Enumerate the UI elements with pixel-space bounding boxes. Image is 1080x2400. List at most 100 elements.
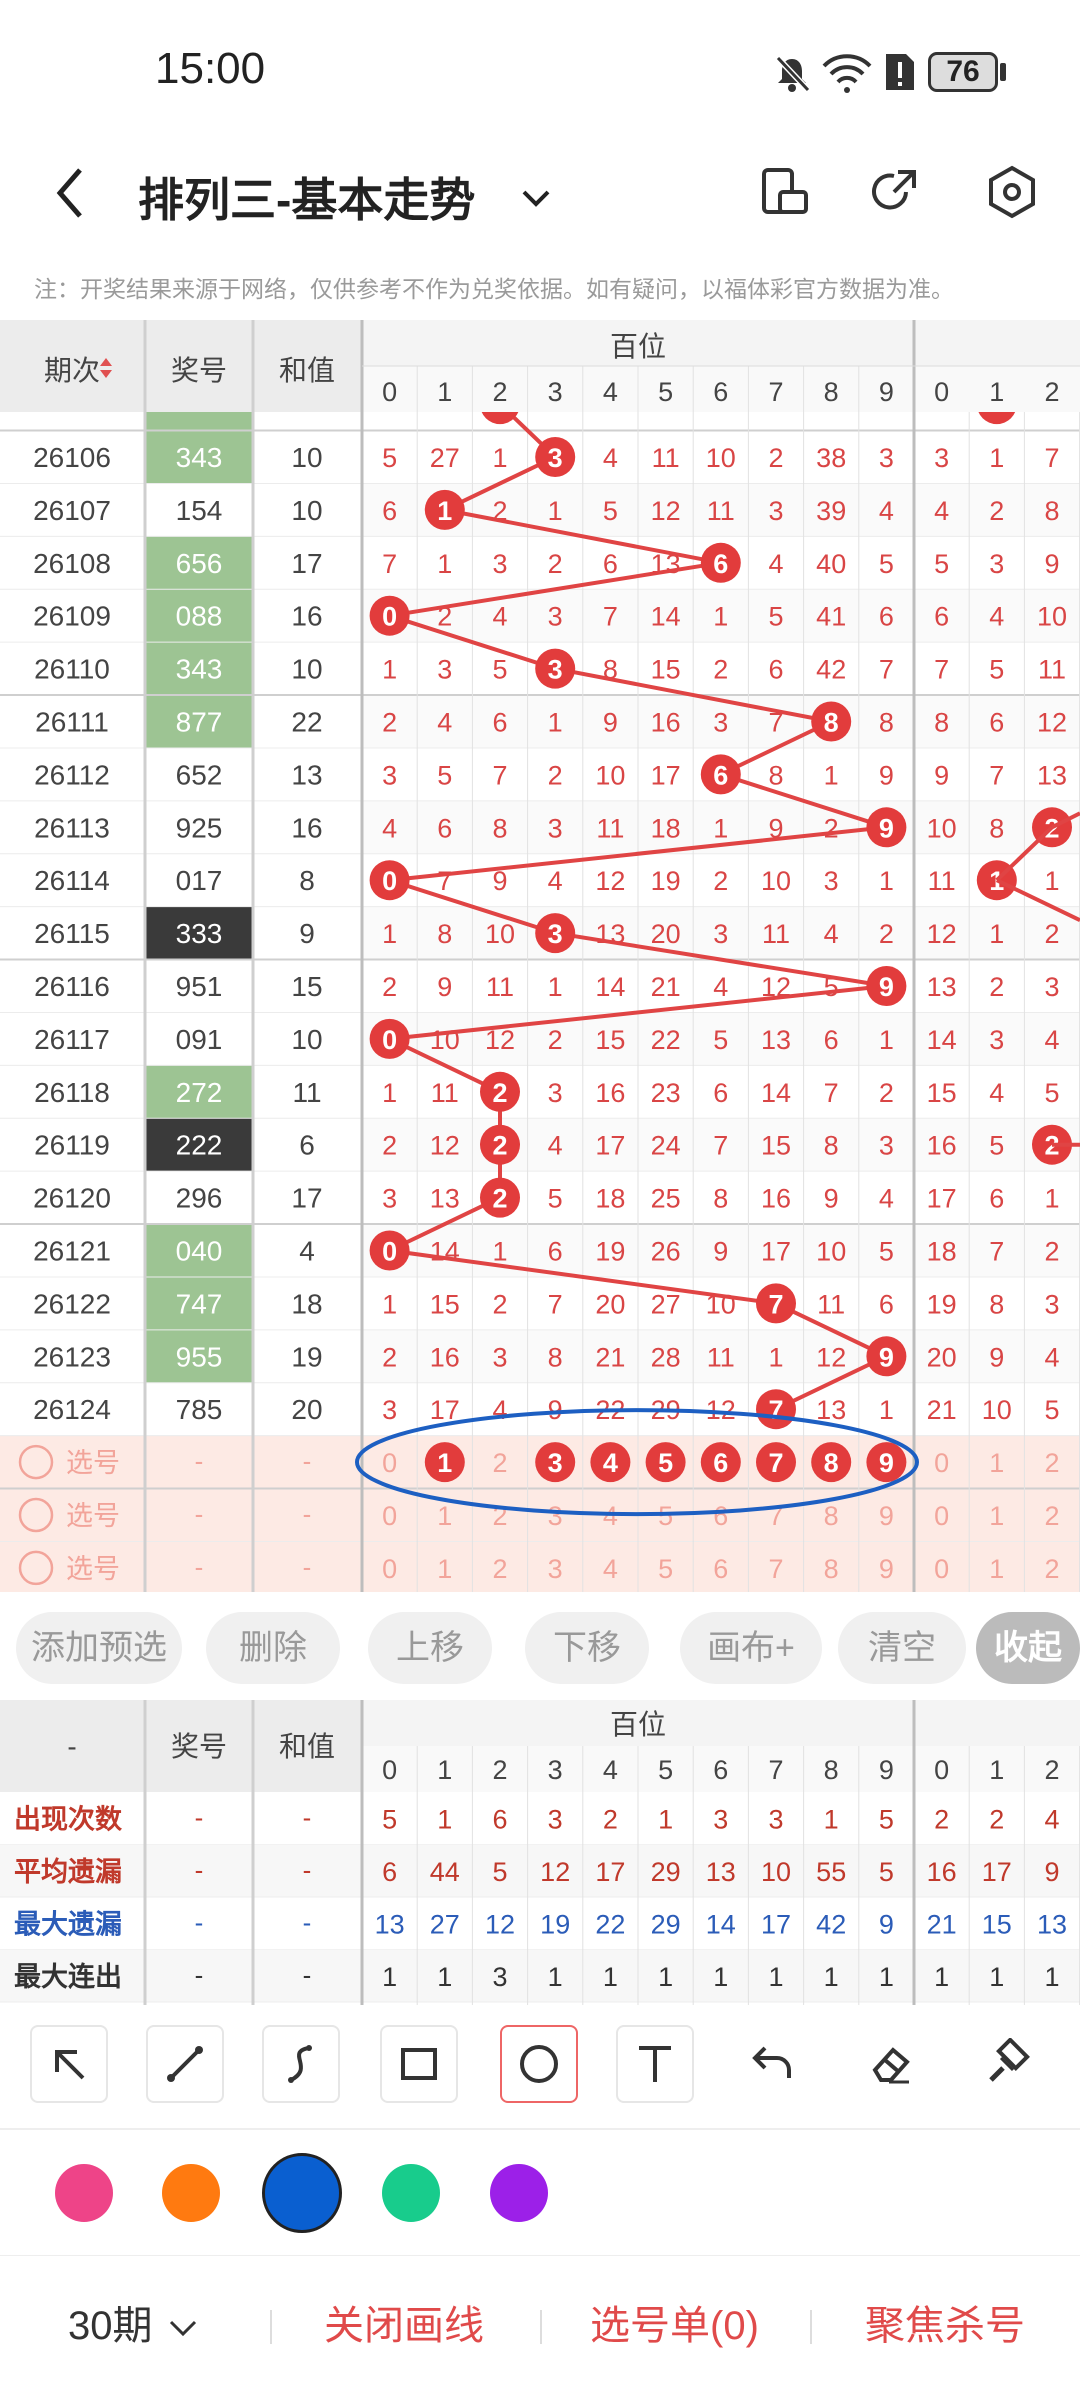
select-digit[interactable]: 6 (713, 1554, 728, 1584)
select-digit[interactable]: 4 (603, 1501, 618, 1531)
select-digit[interactable]: 0 (934, 1448, 949, 1478)
action-button[interactable]: 上移 (368, 1612, 492, 1684)
action-button[interactable]: 清空 (838, 1612, 966, 1684)
undo-icon[interactable] (747, 2038, 799, 2090)
status-bar: 15:00 76 (0, 0, 1080, 148)
miss-value: 10 (816, 1237, 846, 1267)
select-digit[interactable]: 1 (989, 1501, 1004, 1531)
action-button[interactable]: 删除 (206, 1612, 340, 1684)
action-button[interactable]: 画布+ (680, 1612, 822, 1684)
miss-value: 6 (934, 602, 949, 632)
miss-value: 8 (768, 760, 783, 790)
select-digit[interactable]: 1 (437, 1501, 452, 1531)
select-digit[interactable]: 0 (382, 1501, 397, 1531)
miss-value: 14 (595, 972, 625, 1002)
action-button[interactable]: 添加预选 (16, 1612, 182, 1684)
select-digit[interactable]: 1 (989, 1448, 1004, 1478)
select-digit[interactable]: 0 (934, 1554, 949, 1584)
select-digit[interactable]: 6 (713, 1501, 728, 1531)
arrow-icon[interactable] (43, 2038, 95, 2090)
divider (270, 2310, 272, 2344)
period-cell: 26108 (33, 548, 111, 579)
select-digit[interactable]: 9 (879, 1554, 894, 1584)
battery-level: 76 (946, 55, 980, 88)
selected-digit[interactable]: 4 (603, 1448, 618, 1478)
miss-value: 1 (492, 443, 507, 473)
curve-icon[interactable] (275, 2038, 327, 2090)
select-digit[interactable]: 8 (824, 1554, 839, 1584)
select-digit[interactable]: 0 (382, 1448, 397, 1478)
select-digit[interactable]: 1 (437, 1554, 452, 1584)
color-swatch[interactable] (382, 2164, 440, 2222)
miss-value: 3 (879, 1131, 894, 1161)
brush-icon[interactable] (981, 2038, 1033, 2090)
action-button[interactable]: 下移 (525, 1612, 649, 1684)
color-swatch[interactable] (262, 2153, 342, 2233)
period-cell: 26121 (33, 1236, 111, 1267)
action-button[interactable]: 收起 (976, 1612, 1080, 1684)
miss-value: 6 (879, 1289, 894, 1319)
line-icon[interactable] (159, 2038, 211, 2090)
device-rotate-icon[interactable] (756, 164, 812, 220)
select-digit[interactable]: 3 (548, 1554, 563, 1584)
chevron-down-icon[interactable] (516, 178, 556, 218)
miss-value: 13 (1037, 760, 1067, 790)
select-digit[interactable]: 2 (1044, 1554, 1059, 1584)
select-digit[interactable]: 8 (824, 1501, 839, 1531)
hit-ball-number: 0 (382, 866, 397, 896)
select-label[interactable]: 选号 (66, 1501, 120, 1531)
miss-value: 11 (431, 1078, 459, 1108)
select-digit[interactable]: 0 (934, 1501, 949, 1531)
selected-digit[interactable]: 3 (548, 1448, 563, 1478)
selected-digit[interactable]: 7 (768, 1448, 783, 1478)
select-digit[interactable]: 1 (989, 1554, 1004, 1584)
digit-header: 0 (934, 1755, 949, 1785)
select-digit[interactable]: 3 (548, 1501, 563, 1531)
select-digit[interactable]: 2 (1044, 1501, 1059, 1531)
select-label[interactable]: 选号 (66, 1554, 120, 1584)
settings-icon[interactable] (982, 162, 1042, 222)
select-label[interactable]: 选号 (66, 1448, 120, 1478)
select-digit[interactable]: 7 (768, 1554, 783, 1584)
period-selector[interactable]: 30期 (68, 2296, 153, 2356)
eraser-icon[interactable] (865, 2038, 917, 2090)
digit-header: 1 (989, 377, 1004, 407)
text-icon[interactable] (629, 2038, 681, 2090)
miss-value: 2 (382, 1342, 397, 1372)
select-digit[interactable]: 4 (603, 1554, 618, 1584)
select-digit[interactable]: 5 (658, 1554, 673, 1584)
miss-value: 4 (548, 1131, 563, 1161)
selected-digit[interactable]: 6 (713, 1448, 728, 1478)
select-digit[interactable]: 5 (658, 1501, 673, 1531)
miss-value: 11 (928, 866, 956, 896)
color-swatch[interactable] (162, 2164, 220, 2222)
digit-header: 5 (658, 1755, 673, 1785)
focus-kill-button[interactable]: 聚焦杀号 (865, 2296, 1025, 2356)
miss-value: 4 (1044, 1025, 1059, 1055)
selected-digit[interactable]: 1 (437, 1448, 452, 1478)
select-digit[interactable]: 2 (492, 1554, 507, 1584)
select-digit[interactable]: 9 (879, 1501, 894, 1531)
pick-list-button[interactable]: 选号单(0) (590, 2296, 759, 2356)
share-icon[interactable] (866, 164, 922, 220)
rect-icon[interactable] (393, 2038, 445, 2090)
selected-digit[interactable]: 5 (658, 1448, 673, 1478)
miss-value: 5 (989, 655, 1004, 685)
stats-value: 1 (1044, 1962, 1059, 1992)
color-swatch[interactable] (55, 2164, 113, 2222)
select-digit[interactable]: 2 (1044, 1448, 1059, 1478)
back-arrow-icon[interactable] (50, 158, 90, 228)
close-lines-button[interactable]: 关闭画线 (324, 2296, 484, 2356)
miss-value: 3 (989, 549, 1004, 579)
miss-value: 21 (595, 1342, 625, 1372)
selected-digit[interactable]: 9 (879, 1448, 894, 1478)
miss-value: 3 (879, 443, 894, 473)
color-swatch[interactable] (490, 2164, 548, 2222)
select-digit[interactable]: 0 (382, 1554, 397, 1584)
chevron-down-icon[interactable] (165, 2310, 201, 2346)
circle-icon[interactable] (513, 2038, 565, 2090)
select-digit[interactable]: 2 (492, 1448, 507, 1478)
prize-cell: 088 (176, 601, 223, 632)
miss-value: 5 (989, 1131, 1004, 1161)
selected-digit[interactable]: 8 (824, 1448, 839, 1478)
